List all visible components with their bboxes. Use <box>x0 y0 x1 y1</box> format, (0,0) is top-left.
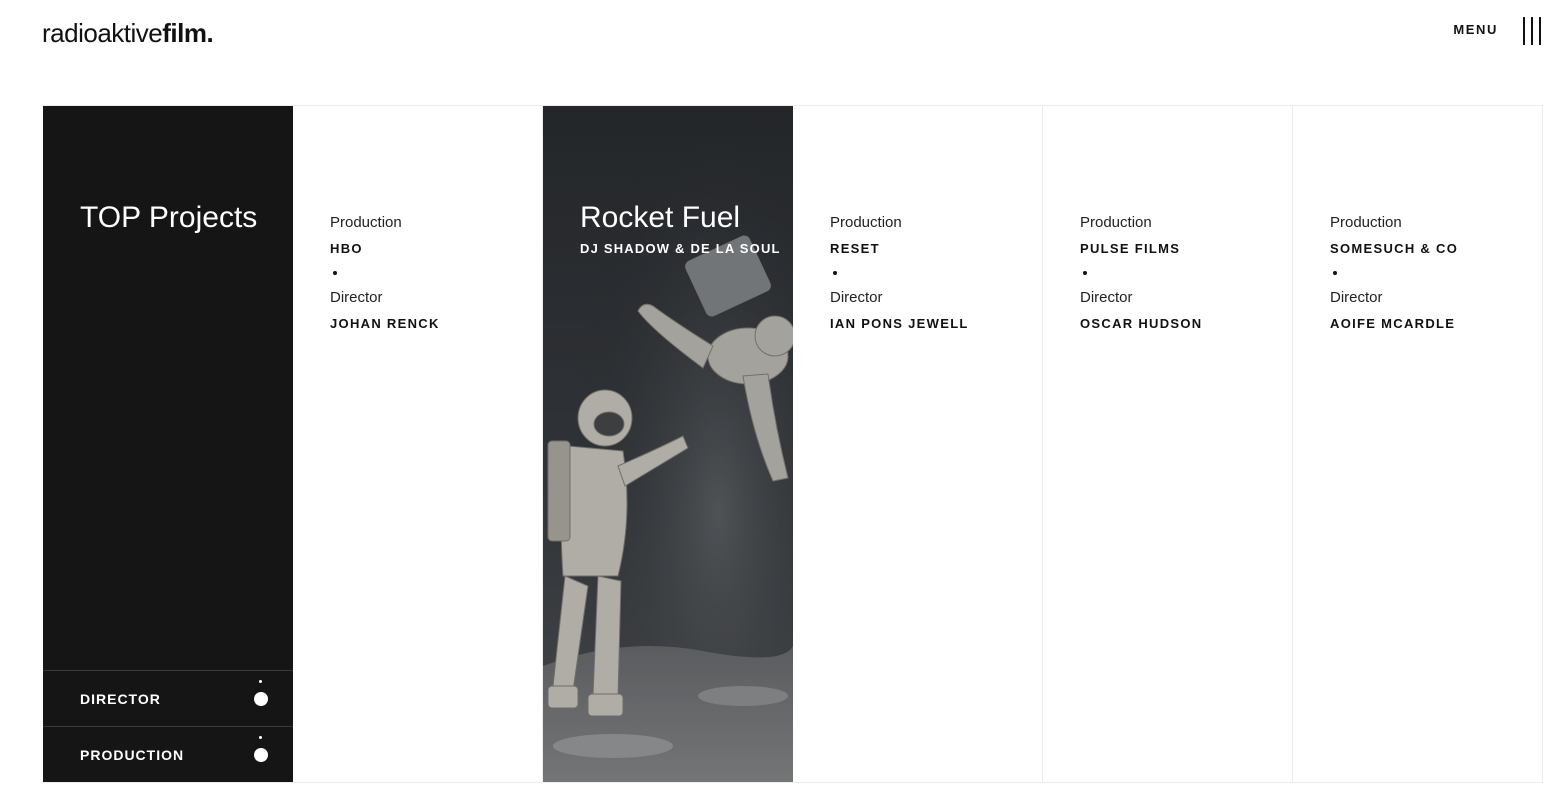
production-value: SOMESUCH & CO <box>1330 241 1459 256</box>
director-label: Director <box>330 289 383 306</box>
production-label: Production <box>1330 214 1402 231</box>
site-logo[interactable]: radioaktivefilm. <box>42 18 214 49</box>
production-value: HBO <box>330 241 363 256</box>
director-value: IAN PONS JEWELL <box>830 316 969 331</box>
filter-production[interactable]: PRODUCTION <box>43 726 293 782</box>
director-value: AOIFE MCARDLE <box>1330 316 1456 331</box>
logo-light-text: radioaktive <box>42 18 163 48</box>
production-value: PULSE FILMS <box>1080 241 1181 256</box>
production-label: Production <box>830 214 902 231</box>
production-value: RESET <box>830 241 880 256</box>
project-card-pulse-films[interactable]: Production PULSE FILMS Director OSCAR HU… <box>1043 106 1293 782</box>
project-title: Rocket Fuel <box>580 201 741 234</box>
site-header: radioaktivefilm. MENU <box>0 0 1544 80</box>
project-subtitle: DJ SHADOW & DE LA SOUL <box>580 241 781 256</box>
project-card-reset[interactable]: Production RESET Director IAN PONS JEWEL… <box>793 106 1043 782</box>
logo-bold-text: film. <box>162 18 214 48</box>
director-value: JOHAN RENCK <box>330 316 440 331</box>
projects-grid: TOP Projects DIRECTOR PRODUCTION Product… <box>43 105 1543 783</box>
project-card-rocket-fuel[interactable]: Rocket Fuel DJ SHADOW & DE LA SOUL <box>543 106 793 782</box>
dot-indicator-icon <box>259 680 262 683</box>
production-label: Production <box>1080 214 1152 231</box>
menu-bars-icon[interactable] <box>1520 17 1544 45</box>
director-label: Director <box>830 289 883 306</box>
separator-dot-icon <box>1083 271 1087 275</box>
director-label: Director <box>1080 289 1133 306</box>
filter-director-label: DIRECTOR <box>80 691 161 707</box>
menu-button[interactable]: MENU <box>1453 22 1498 37</box>
separator-dot-icon <box>333 271 337 275</box>
dot-indicator-icon <box>259 736 262 739</box>
filter-production-label: PRODUCTION <box>80 747 185 763</box>
project-card-somesuch[interactable]: Production SOMESUCH & CO Director AOIFE … <box>1293 106 1543 782</box>
filter-director[interactable]: DIRECTOR <box>43 670 293 726</box>
separator-dot-icon <box>1333 271 1337 275</box>
dot-toggle-icon[interactable] <box>254 748 268 762</box>
director-value: OSCAR HUDSON <box>1080 316 1203 331</box>
intro-panel: TOP Projects DIRECTOR PRODUCTION <box>43 106 293 782</box>
separator-dot-icon <box>833 271 837 275</box>
project-card-hbo[interactable]: Production HBO Director JOHAN RENCK <box>293 106 543 782</box>
dot-toggle-icon[interactable] <box>254 692 268 706</box>
director-label: Director <box>1330 289 1383 306</box>
production-label: Production <box>330 214 402 231</box>
section-title: TOP Projects <box>80 201 258 234</box>
